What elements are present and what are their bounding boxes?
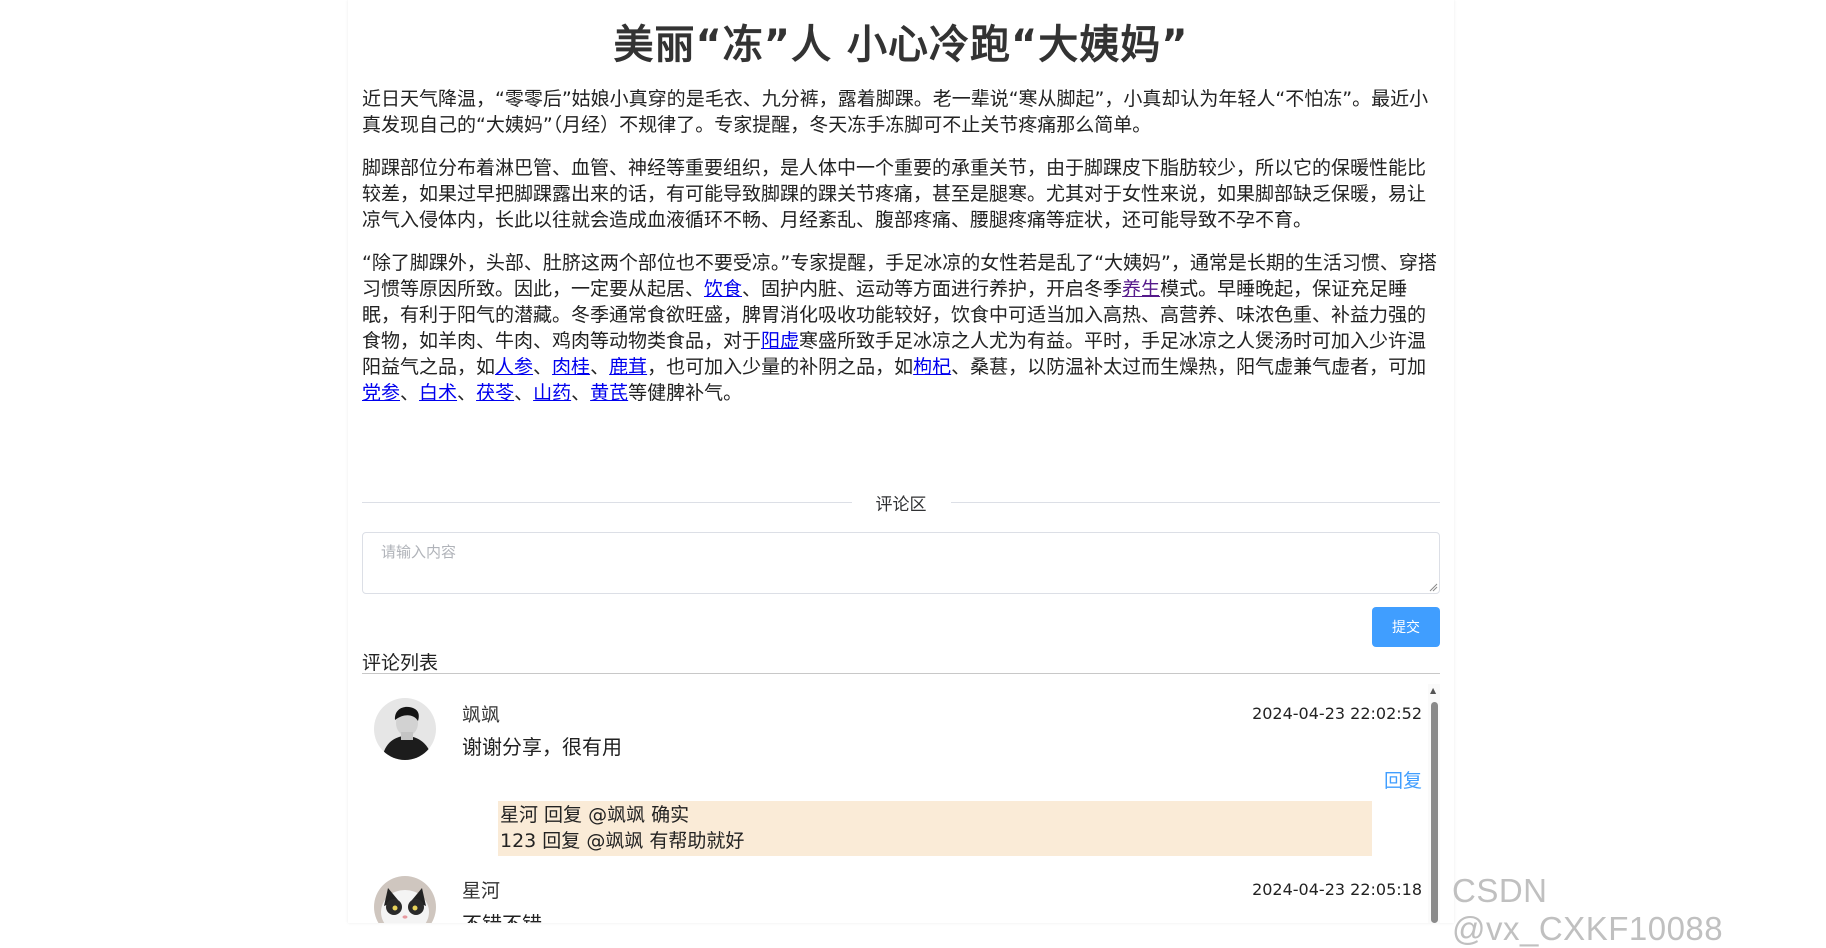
link-renshen[interactable]: 人参 [495, 356, 533, 378]
divider-line [950, 501, 1440, 503]
separator: 、 [400, 382, 420, 404]
watermark: CSDN @vx_CXKF10088 [1452, 872, 1724, 947]
text-span: 、桑葚，以防温补太过而生燥热，阳气虚兼气虚者，可加 [951, 356, 1427, 378]
separator: 、 [571, 382, 591, 404]
comment-list: 飒飒 2024-04-23 22:02:52 谢谢分享，很有用 回复 星河 回复… [362, 684, 1440, 923]
comment-input[interactable] [362, 532, 1440, 594]
article-body: 近日天气降温，“零零后”姑娘小真穿的是毛衣、九分裤，露着脚踝。老一辈说“寒从脚起… [362, 86, 1438, 423]
comment-content: 谢谢分享，很有用 [462, 735, 622, 759]
link-huangqi[interactable]: 黄芪 [590, 382, 628, 404]
text-span: 等健脾补气。 [628, 382, 743, 404]
reply-button[interactable]: 回复 [1384, 766, 1422, 793]
comment-author: 星河 [462, 880, 501, 902]
text-span: 、固护内脏、运动等方面进行养护，开启冬季 [742, 278, 1123, 300]
link-lurong[interactable]: 鹿茸 [609, 356, 647, 378]
link-yangsheng[interactable]: 养生 [1122, 278, 1160, 300]
avatar-photo [374, 698, 436, 760]
link-yangxu[interactable]: 阳虚 [761, 330, 799, 352]
resize-grip-icon[interactable] [1428, 582, 1438, 592]
link-gouqi[interactable]: 枸杞 [913, 356, 951, 378]
scroll-up-arrow-icon[interactable]: ▲ [1430, 686, 1436, 695]
separator: 、 [514, 382, 534, 404]
link-fuling[interactable]: 茯苓 [476, 382, 514, 404]
divider-line [362, 501, 852, 503]
article-paragraph: 脚踝部位分布着淋巴管、血管、神经等重要组织，是人体中一个重要的承重关节，由于脚踝… [362, 157, 1427, 231]
comment-section-divider: 评论区 [362, 488, 1440, 516]
reply-list: 星河 回复 @飒飒 确实 123 回复 @飒飒 有帮助就好 [498, 801, 1372, 856]
avatar-photo [374, 876, 436, 923]
comment-list-rule [362, 673, 1440, 674]
link-yinshi[interactable]: 饮食 [704, 278, 742, 300]
separator: 、 [533, 356, 553, 378]
article-title: 美丽“冻”人 小心冷跑“大姨妈” [613, 22, 1189, 68]
comment-item: 飒飒 2024-04-23 22:02:52 谢谢分享，很有用 回复 星河 回复… [362, 684, 1422, 856]
reply-item: 星河 回复 @飒飒 确实 [500, 804, 690, 826]
separator: 、 [457, 382, 477, 404]
comment-time: 2024-04-23 22:02:52 [1252, 704, 1422, 723]
text-span: ，也可加入少量的补阴之品，如 [647, 356, 914, 378]
link-shanyao[interactable]: 山药 [533, 382, 571, 404]
avatar [374, 698, 436, 760]
submit-button[interactable]: 提交 [1372, 607, 1440, 647]
comment-content: 不错不错 [462, 908, 542, 923]
article-paragraph: 近日天气降温，“零零后”姑娘小真穿的是毛衣、九分裤，露着脚踝。老一辈说“寒从脚起… [362, 88, 1429, 136]
article-page: 美丽“冻”人 小心冷跑“大姨妈” 近日天气降温，“零零后”姑娘小真穿的是毛衣、九… [348, 0, 1454, 923]
comment-author: 飒飒 [462, 704, 501, 726]
avatar [374, 876, 436, 923]
article-paragraph: “除了脚踝外，头部、肚脐这两个部位也不要受凉。”专家提醒，手足冰凉的女性若是乱了… [362, 250, 1438, 406]
link-dangshen[interactable]: 党参 [362, 382, 400, 404]
scrollbar-thumb[interactable] [1431, 702, 1438, 923]
comment-list-title: 评论列表 [362, 652, 439, 674]
separator: 、 [590, 356, 610, 378]
link-baizhu[interactable]: 白术 [419, 382, 457, 404]
comment-item: 星河 2024-04-23 22:05:18 不错不错 [362, 862, 1422, 923]
link-rougui[interactable]: 肉桂 [552, 356, 590, 378]
reply-item: 123 回复 @飒飒 有帮助就好 [500, 830, 745, 852]
comment-time: 2024-04-23 22:05:18 [1252, 880, 1422, 899]
comment-section-title: 评论区 [875, 494, 927, 515]
